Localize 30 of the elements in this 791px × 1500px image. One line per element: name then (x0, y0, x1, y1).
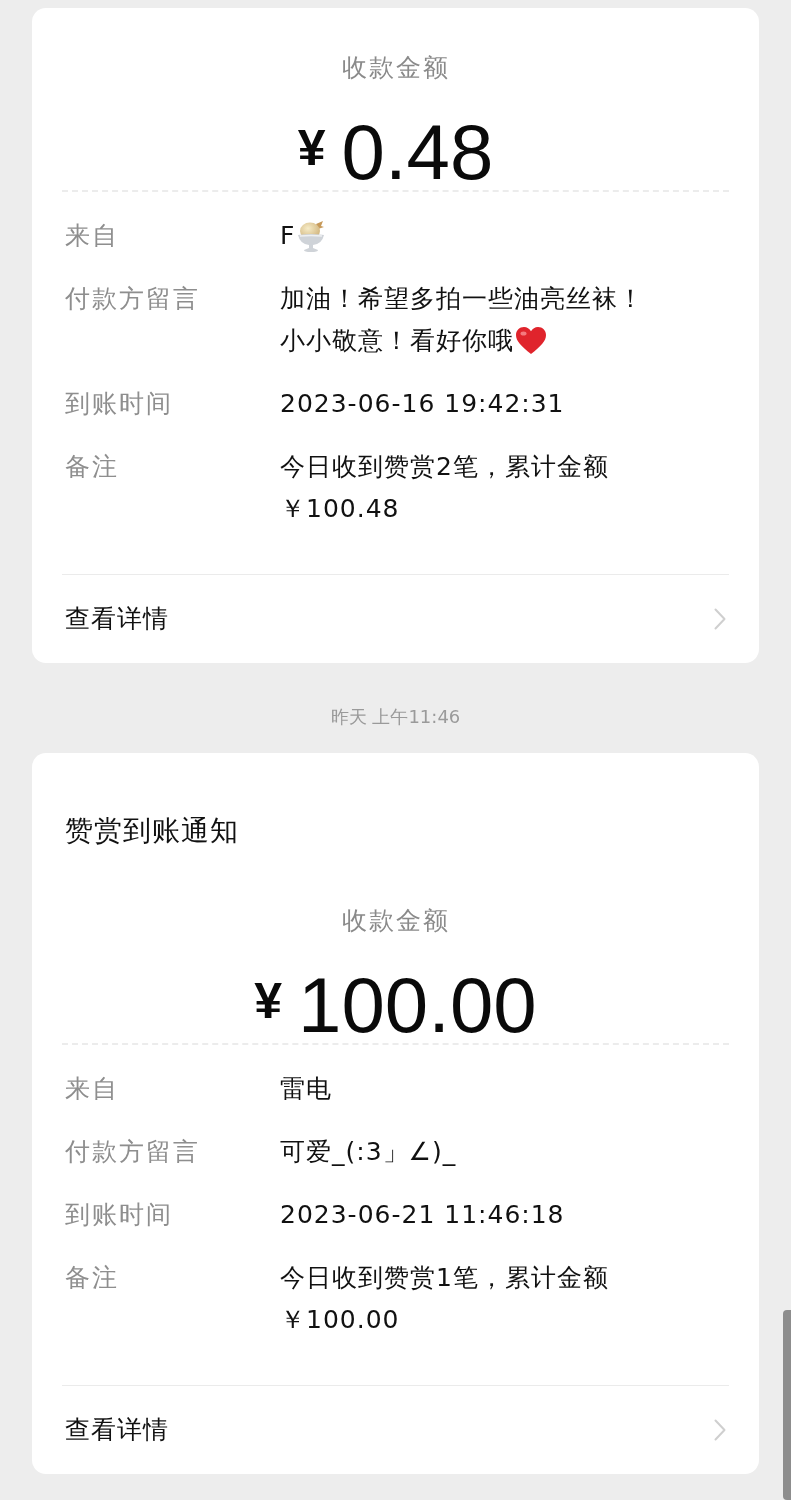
chevron-right-icon (714, 608, 726, 630)
ice-cream-icon (297, 220, 326, 252)
field-label: 到账时间 (65, 388, 174, 420)
field-value: 2023-06-16 19:42:31 (280, 388, 565, 420)
field-label: 付款方留言 (65, 1136, 201, 1168)
field-value: 今日收到赞赏1笔，累计金额￥100.00 (280, 1262, 610, 1336)
scrollbar-thumb[interactable] (783, 1310, 791, 1500)
field-value: 小小敬意！看好你哦 (280, 325, 514, 357)
field-label: 来自 (65, 1073, 120, 1105)
field-value: 雷电 (280, 1073, 332, 1105)
view-details-link[interactable]: 查看详情 (62, 575, 729, 663)
chevron-right-icon (714, 1419, 726, 1441)
field-label: 来自 (65, 220, 120, 252)
view-details-link[interactable]: 查看详情 (62, 1386, 729, 1474)
heart-icon (516, 327, 546, 355)
field-label: 备注 (65, 451, 120, 483)
field-label: 付款方留言 (65, 283, 201, 315)
field-value: 今日收到赞赏2笔，累计金额￥100.48 (280, 451, 610, 525)
amount-value: $^{¥}$ 100.00 (254, 961, 537, 1045)
field-value: 2023-06-21 11:46:18 (280, 1199, 565, 1231)
amount-label: 收款金额 (340, 52, 451, 84)
field-label: 备注 (65, 1262, 120, 1294)
amount-label: 收款金额 (340, 905, 451, 937)
amount-value: $^{¥}$ 0.48 (297, 108, 494, 192)
field-value: F (280, 220, 296, 252)
message-timestamp: 昨天 上午11:46 (330, 706, 461, 727)
field-value: 可爱_(:3」∠)_ (280, 1136, 457, 1168)
field-value: 加油！希望多拍一些油亮丝袜！ (280, 283, 644, 315)
field-label: 到账时间 (65, 1199, 174, 1231)
card-title: 赞赏到账通知 (64, 813, 240, 849)
